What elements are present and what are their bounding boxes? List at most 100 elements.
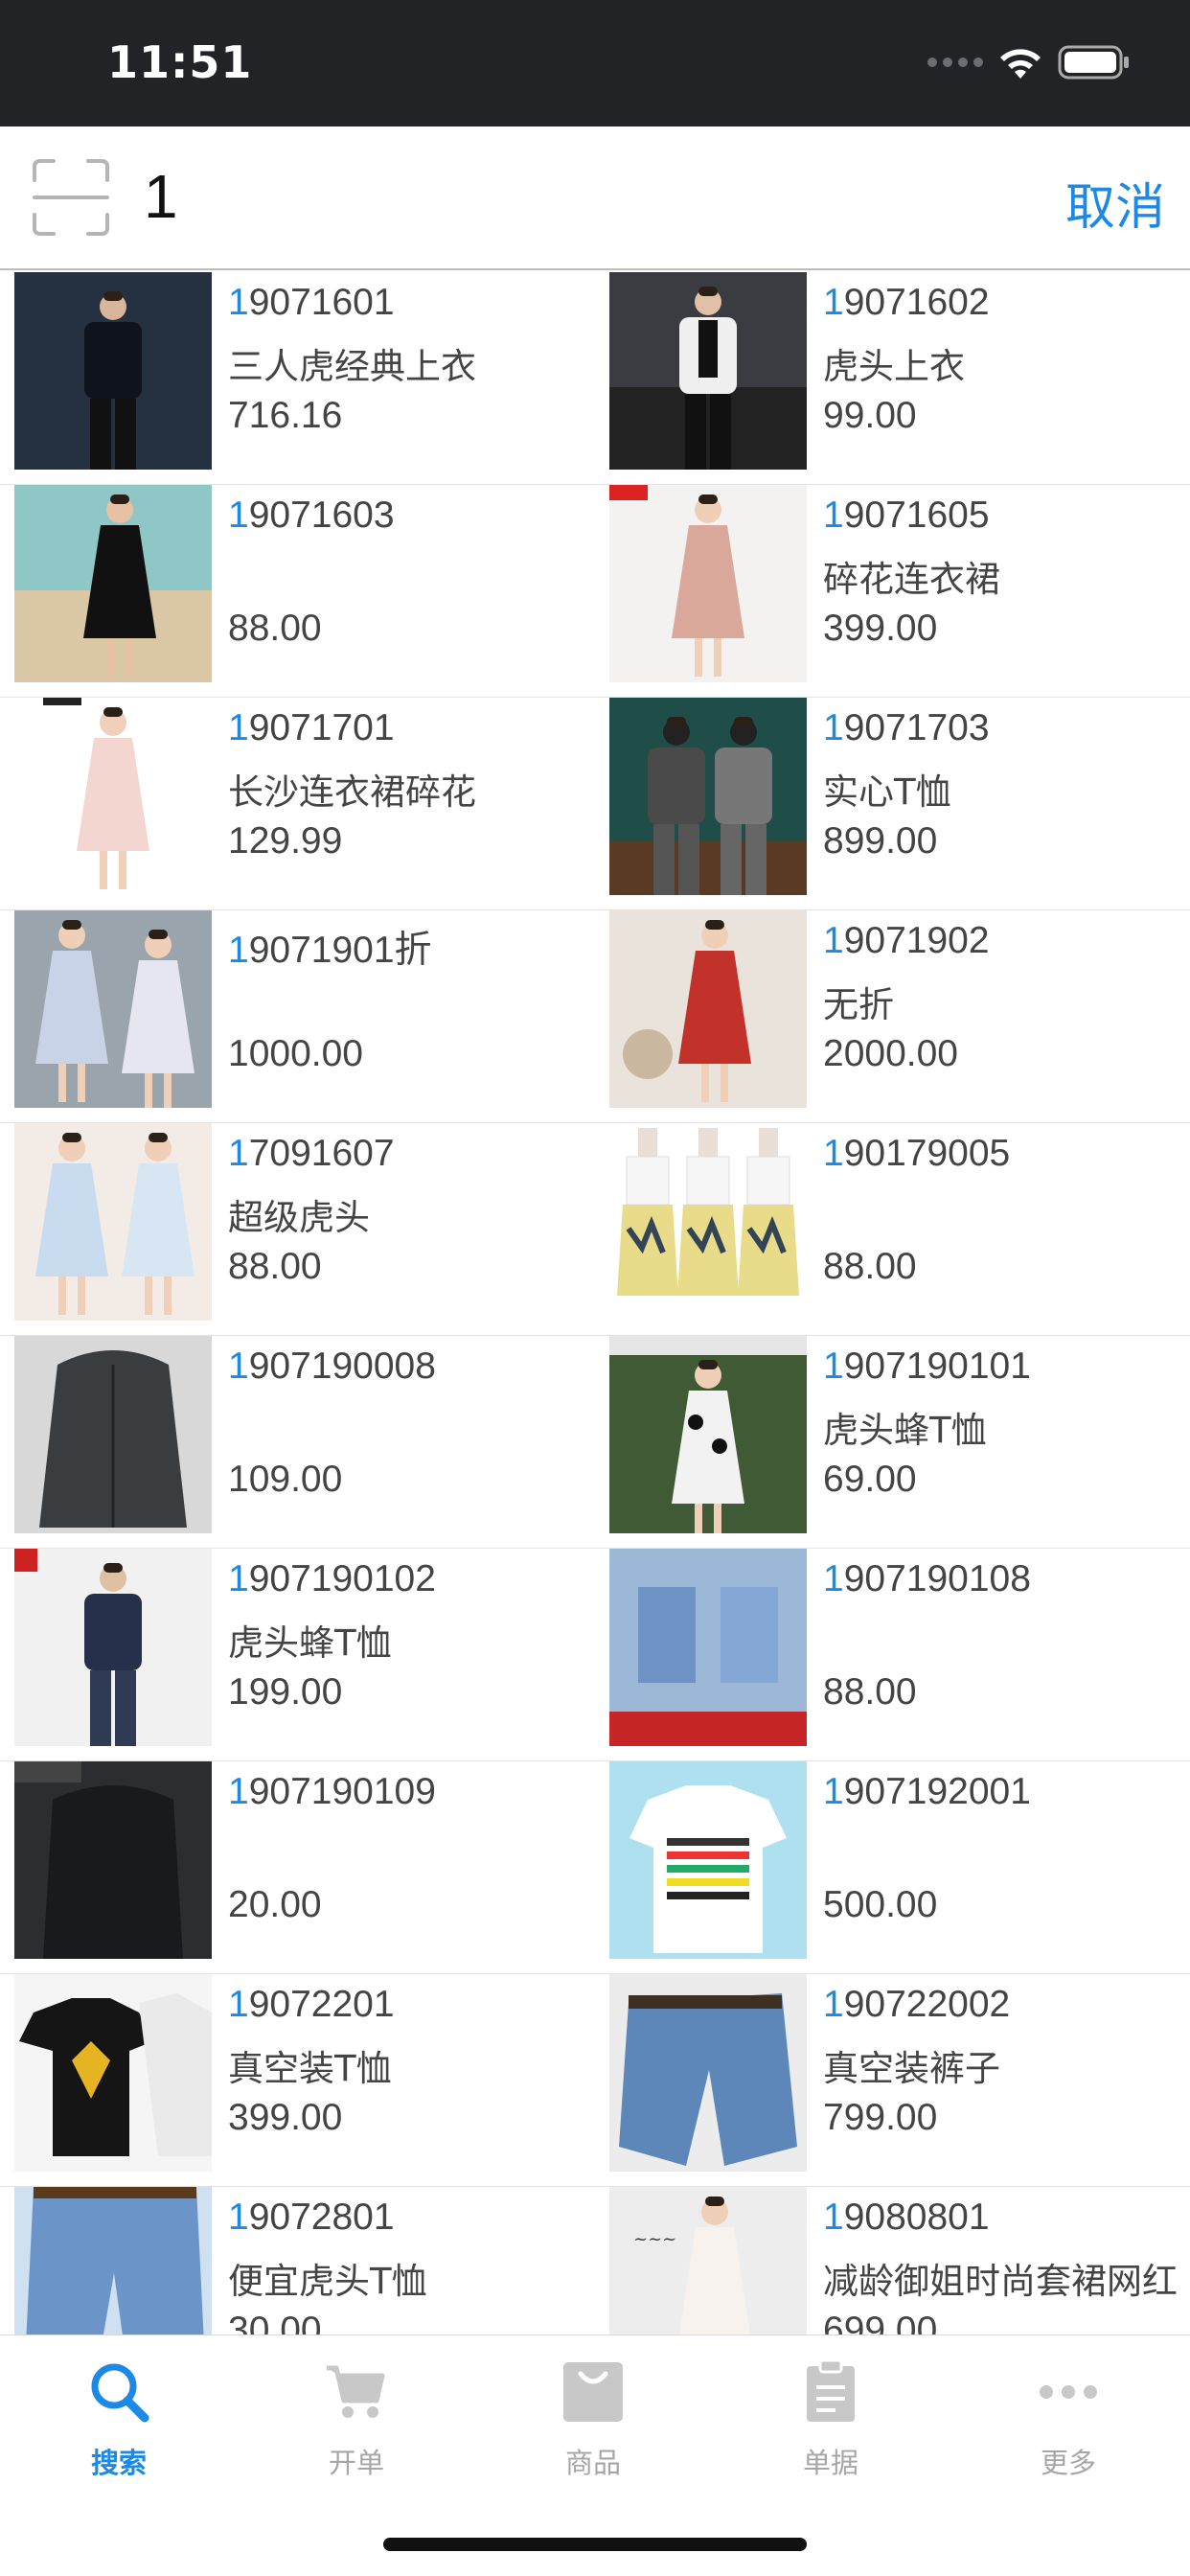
product-price: 88.00: [823, 1671, 917, 1713]
product-name: 虎头蜂T恤: [823, 1410, 987, 1451]
product-code: 19071701: [228, 707, 595, 749]
code-match-highlight: 1: [823, 1558, 844, 1599]
product-price: 399.00: [823, 608, 938, 649]
code-rest: 9072201: [248, 1984, 395, 2025]
product-card[interactable]: 19071901折 1000.00: [0, 910, 595, 1123]
tab-cart[interactable]: 开单: [238, 2357, 475, 2500]
product-code: 1907190102: [228, 1558, 595, 1600]
code-match-highlight: 1: [823, 707, 844, 748]
product-code: 1907192001: [823, 1771, 1190, 1813]
product-price: 88.00: [823, 1246, 917, 1287]
cart-icon: [321, 2357, 392, 2427]
search-header: 1 取消: [0, 126, 1190, 270]
product-price: 2000.00: [823, 1033, 958, 1074]
scan-icon[interactable]: [31, 157, 111, 238]
product-code: 19071901折: [228, 920, 595, 974]
product-image: [14, 1336, 212, 1533]
more-dots-icon: [1033, 2357, 1104, 2427]
code-rest: 907190008: [248, 1346, 436, 1387]
code-rest: 9071701: [248, 707, 395, 748]
product-card[interactable]: ~~~ 19080801 减龄御姐时尚套裙网红 699.00: [595, 2187, 1190, 2334]
tab-label: 单据: [802, 2447, 858, 2479]
product-code: 17091607: [228, 1133, 595, 1175]
product-code: 1907190008: [228, 1346, 595, 1388]
product-card[interactable]: 190179005 88.00: [595, 1123, 1190, 1336]
code-match-highlight: 1: [228, 1133, 249, 1174]
product-card[interactable]: 1907190008 109.00: [0, 1336, 595, 1549]
product-image: [609, 1123, 807, 1321]
status-time: 11:51: [107, 36, 253, 88]
product-image: [14, 1549, 212, 1746]
product-price: 399.00: [228, 2097, 343, 2138]
product-card[interactable]: 19071701 长沙连衣裙碎花 129.99: [0, 698, 595, 910]
product-card[interactable]: 19071703 实心T恤 899.00: [595, 698, 1190, 910]
product-name: 虎头上衣: [823, 346, 965, 387]
tab-more-dots[interactable]: 更多: [950, 2357, 1187, 2500]
product-price: 99.00: [823, 395, 917, 436]
code-match-highlight: 1: [228, 2196, 249, 2238]
product-price: 799.00: [823, 2097, 938, 2138]
product-image: ~~~: [609, 2187, 807, 2334]
product-price: 30.00: [228, 2310, 322, 2334]
product-image: [609, 272, 807, 470]
code-match-highlight: 1: [823, 1346, 844, 1387]
code-match-highlight: 1: [228, 1558, 249, 1599]
status-icons: [927, 44, 1131, 80]
product-name: 便宜虎头T恤: [228, 2261, 427, 2302]
product-code: 1907190109: [228, 1771, 595, 1813]
code-rest: 9080801: [843, 2196, 990, 2238]
product-card[interactable]: 1907190102 虎头蜂T恤 199.00: [0, 1549, 595, 1761]
product-card[interactable]: 17091607 超级虎头 88.00: [0, 1123, 595, 1336]
product-price: 88.00: [228, 608, 322, 649]
product-card[interactable]: 19071601 三人虎经典上衣 716.16: [0, 272, 595, 485]
product-card[interactable]: 19071603 88.00: [0, 485, 595, 698]
code-match-highlight: 1: [228, 1984, 249, 2025]
product-image: [609, 698, 807, 895]
code-rest: 9071601: [248, 282, 395, 323]
status-bar: 11:51: [0, 0, 1190, 126]
product-image: [14, 485, 212, 682]
code-match-highlight: 1: [228, 282, 249, 323]
product-code: 19080801: [823, 2196, 1190, 2239]
product-grid: 19071601 三人虎经典上衣 716.16 19071602 虎头上衣 99…: [0, 272, 1190, 2334]
product-card[interactable]: 19071602 虎头上衣 99.00: [595, 272, 1190, 485]
product-price: 699.00: [823, 2310, 938, 2334]
code-rest: 9071902: [843, 920, 990, 961]
tab-shopping-bag[interactable]: 商品: [474, 2357, 712, 2500]
product-image: [609, 1974, 807, 2172]
product-card[interactable]: 19072201 真空装T恤 399.00: [0, 1974, 595, 2187]
product-code: 1907190101: [823, 1346, 1190, 1388]
product-card[interactable]: 190722002 真空装裤子 799.00: [595, 1974, 1190, 2187]
svg-text:~~~: ~~~: [633, 2229, 676, 2249]
product-code: 19071902: [823, 920, 1190, 962]
product-image: [609, 485, 807, 682]
product-card[interactable]: 1907192001 500.00: [595, 1761, 1190, 1974]
product-code: 19071703: [823, 707, 1190, 749]
tab-label: 更多: [1040, 2447, 1096, 2479]
product-card[interactable]: 1907190101 虎头蜂T恤 69.00: [595, 1336, 1190, 1549]
product-price: 716.16: [228, 395, 343, 436]
wifi-icon: [996, 44, 1044, 80]
product-card[interactable]: 19072801 便宜虎头T恤 30.00: [0, 2187, 595, 2334]
product-name: 实心T恤: [823, 771, 951, 813]
search-input[interactable]: 1: [144, 161, 178, 232]
product-card[interactable]: 1907190109 20.00: [0, 1761, 595, 1974]
code-rest: 907190108: [843, 1558, 1031, 1599]
code-rest: 90722002: [843, 1984, 1011, 2025]
product-image: [14, 1761, 212, 1959]
battery-icon: [1058, 44, 1131, 80]
product-card[interactable]: 19071605 碎花连衣裙 399.00: [595, 485, 1190, 698]
code-rest: 9071901折: [248, 930, 432, 971]
product-price: 20.00: [228, 1884, 322, 1925]
product-card[interactable]: 19071902 无折 2000.00: [595, 910, 1190, 1123]
code-rest: 907190109: [248, 1771, 436, 1812]
product-name: 碎花连衣裙: [823, 559, 1000, 600]
product-image: [14, 698, 212, 895]
code-rest: 9071603: [248, 494, 395, 536]
product-name: 减龄御姐时尚套裙网红: [823, 2261, 1178, 2302]
product-card[interactable]: 1907190108 88.00: [595, 1549, 1190, 1761]
tab-search[interactable]: 搜索: [0, 2357, 238, 2500]
cancel-button[interactable]: 取消: [1065, 167, 1165, 239]
code-match-highlight: 1: [823, 282, 844, 323]
tab-clipboard[interactable]: 单据: [712, 2357, 950, 2500]
